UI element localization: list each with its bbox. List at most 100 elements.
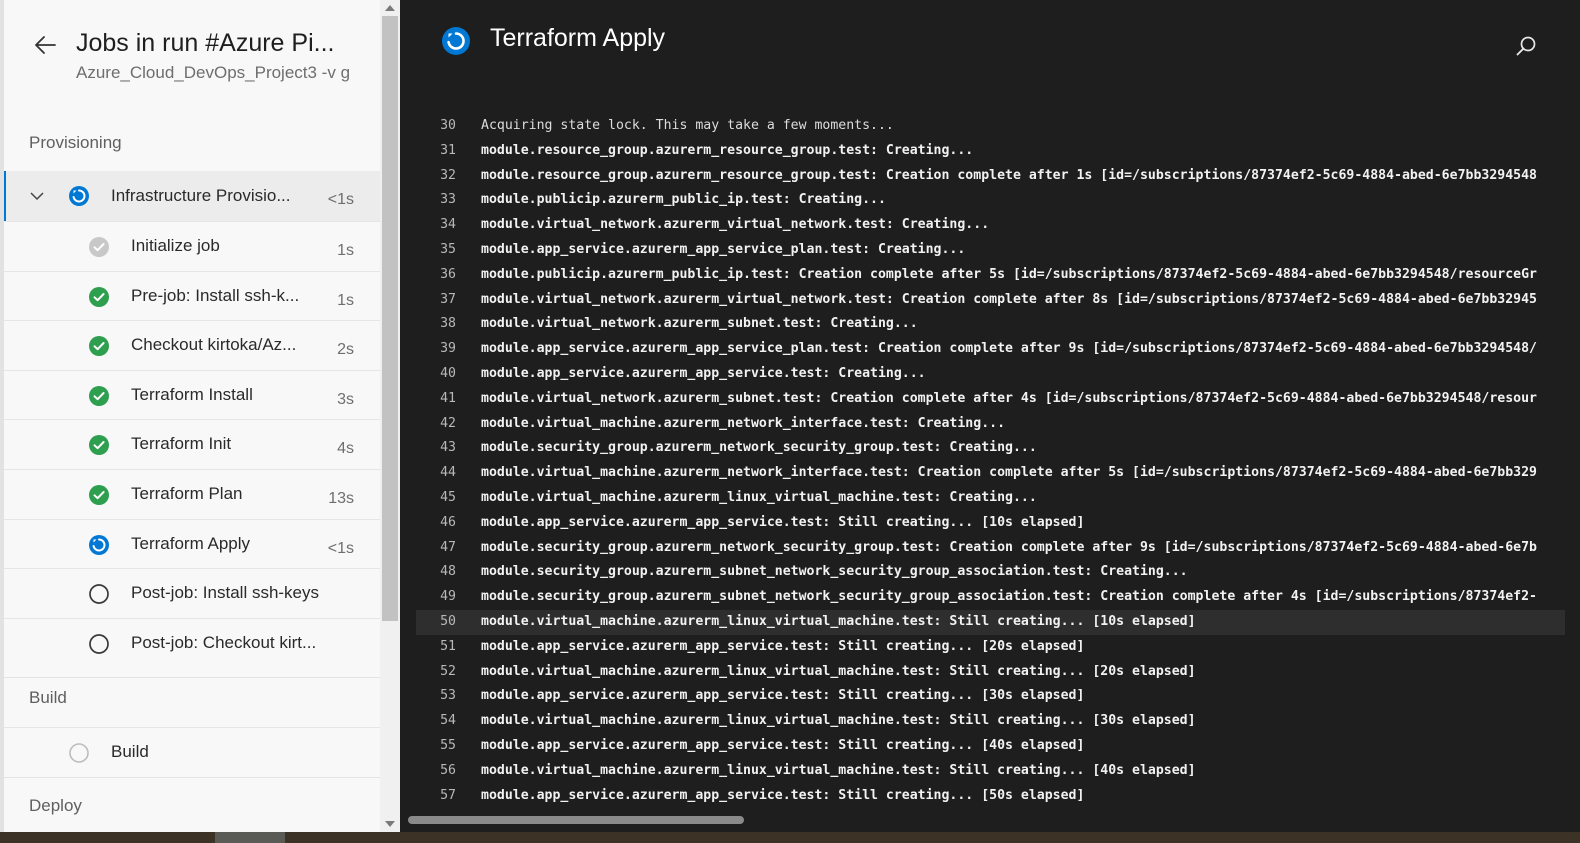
step-row[interactable]: Terraform Install 3s [4, 369, 380, 420]
taskbar-strip [0, 832, 1580, 843]
log-line[interactable]: 52 module.virtual_machine.azurerm_linux_v… [416, 660, 1580, 685]
log-line[interactable]: 30 Acquiring state lock. This may take a … [416, 114, 1580, 139]
search-icon [1516, 36, 1536, 56]
scroll-down-icon[interactable] [385, 821, 395, 827]
step-label: Terraform Apply [131, 533, 251, 553]
log-line[interactable]: 51 module.app_service.azurerm_app_service… [416, 635, 1580, 660]
success-check-icon [88, 335, 110, 362]
log-text: module.virtual_machine.azurerm_linux_vir… [481, 762, 1196, 778]
line-number: 48 [440, 564, 456, 580]
log-line[interactable]: 38 module.virtual_network.azurerm_subnet.… [416, 312, 1580, 337]
log-text: module.app_service.azurerm_app_service_p… [481, 341, 1537, 357]
log-line[interactable]: 47 module.security_group.azurerm_network_… [416, 536, 1580, 561]
search-button[interactable] [1514, 34, 1538, 58]
vertical-scrollbar[interactable] [380, 0, 400, 832]
log-line[interactable]: 46 module.app_service.azurerm_app_service… [416, 511, 1580, 536]
line-number: 56 [440, 762, 456, 778]
step-row[interactable]: Checkout kirtoka/Az... 2s [4, 320, 380, 370]
line-number: 46 [440, 514, 456, 530]
scrollbar-thumb[interactable] [382, 16, 398, 621]
log-text: Acquiring state lock. This may take a fe… [481, 118, 894, 133]
log-line[interactable]: 53 module.app_service.azurerm_app_service… [416, 684, 1580, 709]
log-text: module.virtual_network.azurerm_virtual_n… [481, 291, 1537, 307]
line-number: 38 [440, 316, 456, 332]
line-number: 47 [440, 539, 456, 555]
step-row[interactable]: Terraform Init 4s [4, 419, 380, 469]
stage-label: Deploy [29, 796, 82, 815]
log-text: module.virtual_machine.azurerm_network_i… [481, 415, 1006, 431]
line-number: 36 [440, 266, 456, 282]
selected-indicator [4, 171, 6, 221]
job-duration: <1s [327, 191, 354, 208]
success-check-icon [88, 286, 110, 313]
log-line[interactable]: 33 module.publicip.azurerm_public_ip.test… [416, 188, 1580, 213]
step-duration: 13s [328, 490, 354, 507]
job-infrastructure-provisioning[interactable]: Infrastructure Provisio... <1s [4, 171, 380, 221]
run-title: Jobs in run #Azure Pi... [76, 29, 335, 57]
log-line[interactable]: 43 module.security_group.azurerm_network_… [416, 436, 1580, 461]
log-text: module.security_group.azurerm_network_se… [481, 539, 1537, 555]
log-line[interactable]: 35 module.app_service.azurerm_app_service… [416, 238, 1580, 263]
log-line[interactable]: 55 module.app_service.azurerm_app_service… [416, 734, 1580, 759]
running-icon [88, 534, 110, 561]
line-number: 33 [440, 192, 456, 208]
back-button[interactable] [30, 30, 60, 60]
log-text: module.app_service.azurerm_app_service.t… [481, 737, 1085, 753]
step-label: Terraform Install [131, 384, 253, 404]
log-line[interactable]: 37 module.virtual_network.azurerm_virtual… [416, 288, 1580, 313]
step-row[interactable]: Terraform Plan 13s [4, 469, 380, 519]
log-line[interactable]: 41 module.virtual_network.azurerm_subnet.… [416, 387, 1580, 412]
log-line[interactable]: 36 module.publicip.azurerm_public_ip.test… [416, 263, 1580, 288]
step-row[interactable]: Initialize job 1s [4, 221, 380, 271]
scrollbar-thumb[interactable] [408, 816, 744, 824]
log-line[interactable]: 50 module.virtual_machine.azurerm_linux_v… [416, 609, 1565, 635]
stage-build: Build [4, 678, 380, 718]
log-line[interactable]: 42 module.virtual_machine.azurerm_network… [416, 412, 1580, 437]
line-number: 34 [440, 217, 456, 233]
line-number: 57 [440, 787, 456, 803]
step-row[interactable]: Post-job: Checkout kirt... [4, 617, 380, 668]
step-row[interactable]: Terraform Apply <1s [4, 518, 380, 569]
run-subtitle: Azure_Cloud_DevOps_Project3 -v g [76, 63, 351, 82]
line-number: 31 [440, 142, 456, 158]
log-text: module.app_service.azurerm_app_service.t… [481, 638, 1085, 654]
log-line[interactable]: 56 module.virtual_machine.azurerm_linux_v… [416, 759, 1580, 784]
log-line[interactable]: 32 module.resource_group.azurerm_resource… [416, 164, 1580, 189]
taskbar-item [215, 832, 285, 843]
jobs-header: Jobs in run #Azure Pi... Azure_Cloud_Dev… [0, 0, 380, 110]
log-line[interactable]: 40 module.app_service.azurerm_app_service… [416, 362, 1580, 387]
success-check-icon [88, 385, 110, 412]
log-text: module.virtual_machine.azurerm_linux_vir… [481, 613, 1196, 629]
arrow-left-icon [35, 36, 56, 54]
job-label: Infrastructure Provisio... [111, 186, 291, 205]
success-check-icon [88, 484, 110, 511]
horizontal-scrollbar[interactable] [400, 811, 1580, 832]
chevron-down-icon[interactable] [30, 189, 44, 203]
log-line[interactable]: 44 module.virtual_machine.azurerm_network… [416, 461, 1580, 486]
step-duration: <1s [327, 539, 354, 557]
log-line[interactable]: 39 module.app_service.azurerm_app_service… [416, 337, 1580, 362]
log-output[interactable]: 30 Acquiring state lock. This may take a … [416, 114, 1580, 811]
divider [4, 777, 380, 778]
log-line[interactable]: 31 module.resource_group.azurerm_resource… [416, 139, 1580, 164]
line-number: 42 [440, 415, 456, 431]
log-text: module.publicip.azurerm_public_ip.test: … [481, 266, 1537, 282]
line-number: 53 [440, 688, 456, 704]
step-label: Pre-job: Install ssh-k... [131, 285, 300, 305]
scroll-up-icon[interactable] [385, 5, 395, 11]
log-line[interactable]: 54 module.virtual_machine.azurerm_linux_v… [416, 709, 1580, 734]
line-number: 32 [440, 167, 456, 183]
log-line[interactable]: 57 module.app_service.azurerm_app_service… [416, 784, 1580, 809]
step-row[interactable]: Pre-job: Install ssh-k... 1s [4, 270, 380, 321]
log-line[interactable]: 45 module.virtual_machine.azurerm_linux_v… [416, 486, 1580, 511]
skipped-check-icon [88, 236, 110, 263]
log-line[interactable]: 49 module.security_group.azurerm_subnet_n… [416, 585, 1580, 610]
step-label: Checkout kirtoka/Az... [131, 335, 297, 355]
job-build[interactable]: Build [4, 727, 380, 777]
log-line[interactable]: 48 module.security_group.azurerm_subnet_n… [416, 560, 1580, 585]
line-number: 52 [440, 663, 456, 679]
log-line[interactable]: 34 module.virtual_network.azurerm_virtual… [416, 213, 1580, 238]
log-text: module.virtual_network.azurerm_subnet.te… [481, 390, 1537, 406]
log-text: module.virtual_machine.azurerm_linux_vir… [481, 489, 1037, 505]
step-row[interactable]: Post-job: Install ssh-keys [4, 568, 380, 618]
